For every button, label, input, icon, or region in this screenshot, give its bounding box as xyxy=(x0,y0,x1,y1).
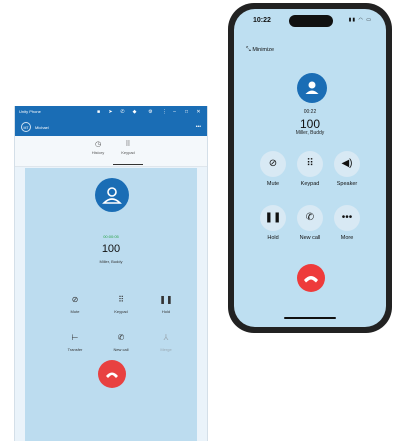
keypad-label: Keypad xyxy=(114,309,128,314)
hold-label: Hold xyxy=(267,235,279,241)
hold-label: Hold xyxy=(161,309,171,314)
caller-name: Miller, Buddy xyxy=(295,130,325,136)
tab-history-label: History xyxy=(91,150,105,155)
keypad-button[interactable]: ⠿ Keypad xyxy=(104,295,138,325)
merge-button: ⅄ Merge xyxy=(149,333,183,363)
more-icon: ••• xyxy=(334,205,360,231)
minimize-button[interactable]: ⤡ Minimize xyxy=(246,47,274,54)
user-name: Michael xyxy=(35,125,49,130)
call-timer: 00:00:05 xyxy=(103,234,119,239)
keypad-icon: ⠿ xyxy=(118,295,124,304)
call-number: 100 xyxy=(101,243,121,255)
call-panel: 00:00:05 100 Miller, Buddy ⊘ Mute ⠿ Keyp… xyxy=(25,168,197,441)
person-icon xyxy=(305,81,319,94)
transfer-label: Transfer xyxy=(67,347,83,352)
phone-add-icon: ✆ xyxy=(297,205,323,231)
call-timer: 00:22 xyxy=(303,109,317,115)
caller-name: Miller, Buddy xyxy=(99,259,123,264)
phone-icon[interactable]: ✆ xyxy=(119,108,126,116)
hang-up-icon xyxy=(106,372,118,378)
end-call-button[interactable] xyxy=(297,264,325,292)
person-icon xyxy=(102,187,122,204)
mute-button[interactable]: ⊘ Mute xyxy=(254,151,292,195)
hold-button[interactable]: ❚❚ Hold xyxy=(149,295,183,325)
video-icon[interactable]: ■ xyxy=(95,108,102,116)
tab-keypad-label: Keypad xyxy=(121,150,135,155)
keypad-icon: ⠿ xyxy=(297,151,323,177)
tab-bar: ◷ History ⠿ Keypad xyxy=(15,136,207,167)
mobile-phone-frame: 10:22 ▮▮ ◠ ▭ ⤡ Minimize 00:22 100 Miller… xyxy=(228,3,392,333)
hang-up-icon xyxy=(304,276,318,283)
collapse-arrows-icon: ⤡ xyxy=(246,47,251,53)
caller-avatar xyxy=(297,73,327,103)
caller-avatar xyxy=(95,178,129,212)
clock-icon: ◷ xyxy=(94,141,102,148)
new-call-label: New call xyxy=(299,235,321,241)
merge-icon: ⅄ xyxy=(163,333,169,342)
new-call-button[interactable]: ✆ New call xyxy=(291,205,329,249)
phone-add-icon: ✆ xyxy=(117,333,125,342)
kebab-menu-icon[interactable]: ⋮ xyxy=(161,108,168,116)
speaker-label: Speaker xyxy=(336,181,358,187)
home-indicator[interactable] xyxy=(284,317,336,319)
new-call-button[interactable]: ✆ New call xyxy=(104,333,138,363)
keypad-icon: ⠿ xyxy=(125,141,131,148)
close-window-icon[interactable]: ✕ xyxy=(195,108,202,116)
status-icons: ▮▮ ◠ ▭ xyxy=(349,17,372,23)
status-bar-time: 10:22 xyxy=(253,17,271,24)
window-title: Unity Phone xyxy=(19,109,41,114)
title-bar: Unity Phone ■ ➤ ✆ ◆ ⚙ ⋮ – □ ✕ xyxy=(15,106,207,119)
tab-keypad[interactable]: ⠿ Keypad xyxy=(113,140,143,165)
merge-label: Merge xyxy=(160,347,172,352)
more-icon[interactable]: ••• xyxy=(196,124,201,130)
settings-icon[interactable]: ⚙ xyxy=(147,108,154,116)
speaker-icon: ◀) xyxy=(334,151,360,177)
minimize-window-icon[interactable]: – xyxy=(171,108,178,116)
minimize-label: Minimize xyxy=(252,47,275,53)
wifi-icon: ◠ xyxy=(358,17,364,23)
transfer-icon: ⊢ xyxy=(71,333,79,342)
end-call-button[interactable] xyxy=(98,360,126,388)
keypad-label: Keypad xyxy=(300,181,320,187)
tab-history[interactable]: ◷ History xyxy=(83,140,113,164)
mute-button[interactable]: ⊘ Mute xyxy=(58,295,92,325)
pause-icon: ❚❚ xyxy=(159,295,173,304)
more-button[interactable]: ••• More xyxy=(328,205,366,249)
pause-icon: ❚❚ xyxy=(260,205,286,231)
new-call-label: New call xyxy=(113,347,129,352)
keypad-button[interactable]: ⠿ Keypad xyxy=(291,151,329,195)
phone-screen: 10:22 ▮▮ ◠ ▭ ⤡ Minimize 00:22 100 Miller… xyxy=(234,9,386,327)
speaker-button[interactable]: ◀) Speaker xyxy=(328,151,366,195)
battery-icon: ▭ xyxy=(366,17,372,23)
mute-label: Mute xyxy=(266,181,280,187)
send-icon[interactable]: ➤ xyxy=(107,108,114,116)
dynamic-island xyxy=(289,15,333,27)
mic-off-icon: ⊘ xyxy=(71,295,79,304)
desktop-app-window: Unity Phone ■ ➤ ✆ ◆ ⚙ ⋮ – □ ✕ MT Michael… xyxy=(14,106,208,441)
puzzle-icon[interactable]: ◆ xyxy=(131,108,138,116)
user-avatar[interactable]: MT xyxy=(21,122,31,132)
mic-off-icon: ⊘ xyxy=(260,151,286,177)
mute-label: Mute xyxy=(70,309,80,314)
hold-button[interactable]: ❚❚ Hold xyxy=(254,205,292,249)
transfer-button[interactable]: ⊢ Transfer xyxy=(58,333,92,363)
user-bar: MT Michael ••• xyxy=(15,119,207,136)
call-number: 100 xyxy=(299,117,321,131)
signal-icon: ▮▮ xyxy=(348,17,357,23)
more-label: More xyxy=(340,235,354,241)
maximize-window-icon[interactable]: □ xyxy=(183,108,190,116)
